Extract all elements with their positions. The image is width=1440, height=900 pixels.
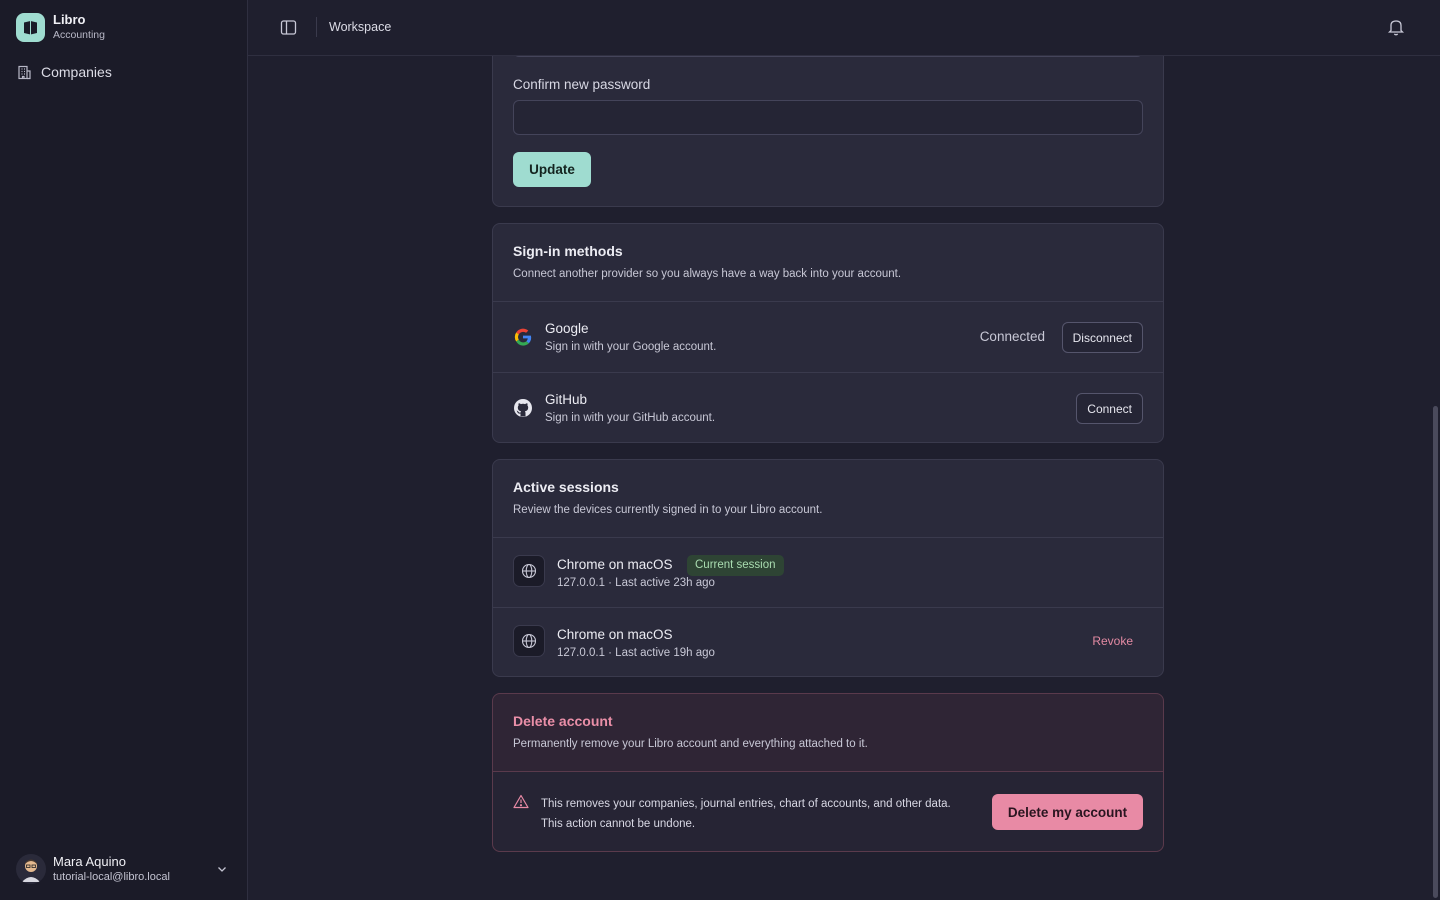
session-meta: 127.0.0.1 · Last active 19h ago: [557, 647, 715, 659]
session-row: Chrome on macOS 127.0.0.1 · Last active …: [493, 607, 1163, 677]
connect-github-button[interactable]: Connect: [1076, 393, 1143, 424]
card-description: Permanently remove your Libro account an…: [513, 738, 868, 750]
chevron-down-icon: [218, 867, 226, 872]
brand-name: Libro: [53, 12, 86, 27]
sidebar: Libro Accounting Companies Mara Aquino t…: [0, 0, 248, 900]
update-button[interactable]: Update: [513, 152, 591, 187]
provider-description: Sign in with your GitHub account.: [545, 412, 716, 424]
revoke-session-button[interactable]: Revoke: [1092, 634, 1133, 648]
warning-line: This action cannot be undone.: [541, 818, 696, 830]
delete-account-card: Delete account Permanently remove your L…: [492, 693, 1164, 852]
avatar: [16, 854, 46, 884]
provider-name: GitHub: [545, 392, 588, 407]
warning-line: This removes your companies, journal ent…: [541, 798, 951, 810]
building-icon: [18, 65, 31, 79]
globe-icon: [513, 625, 545, 657]
divider: [316, 17, 317, 37]
sidebar-item-label: Companies: [41, 64, 112, 80]
github-icon: [514, 399, 532, 417]
card-description: Review the devices currently signed in t…: [513, 504, 823, 516]
confirm-password-label: Confirm new password: [513, 77, 651, 92]
provider-description: Sign in with your Google account.: [545, 341, 717, 353]
list-item: Google Sign in with your Google account.…: [493, 301, 1163, 372]
user-name: Mara Aquino: [53, 854, 126, 869]
globe-icon: [513, 555, 545, 587]
user-email: tutorial-local@libro.local: [53, 871, 170, 883]
list-item: GitHub Sign in with your GitHub account.…: [493, 372, 1163, 443]
delete-warning: This removes your companies, journal ent…: [541, 794, 951, 834]
bell-icon[interactable]: [1388, 18, 1404, 36]
brand-subtitle: Accounting: [53, 29, 105, 41]
new-password-field[interactable]: [513, 56, 1143, 57]
topbar: Workspace: [248, 0, 1440, 56]
session-name: Chrome on macOS: [557, 557, 673, 572]
session-row: Chrome on macOS Current session 127.0.0.…: [493, 537, 1163, 607]
active-sessions-card: Active sessions Review the devices curre…: [492, 459, 1164, 677]
breadcrumb[interactable]: Workspace: [329, 20, 391, 34]
current-session-badge: Current session: [687, 555, 784, 576]
session-name: Chrome on macOS: [557, 627, 673, 642]
scrollbar[interactable]: [1433, 406, 1438, 898]
password-card: Confirm new password Update: [492, 56, 1164, 207]
card-title: Sign-in methods: [513, 243, 623, 259]
session-meta: 127.0.0.1 · Last active 23h ago: [557, 577, 715, 589]
warning-icon: [513, 794, 529, 809]
google-icon: [514, 328, 532, 346]
main-content: Confirm new password Update Sign-in meth…: [248, 56, 1440, 900]
signin-methods-card: Sign-in methods Connect another provider…: [492, 223, 1164, 443]
card-title: Delete account: [513, 713, 613, 729]
disconnect-google-button[interactable]: Disconnect: [1061, 322, 1143, 353]
brand[interactable]: Libro Accounting: [16, 12, 105, 42]
sidebar-toggle-icon[interactable]: [280, 19, 297, 36]
card-description: Connect another provider so you always h…: [513, 268, 902, 280]
connection-status: Connected: [979, 329, 1045, 344]
delete-warning-row: This removes your companies, journal ent…: [493, 771, 1163, 851]
user-menu[interactable]: Mara Aquino tutorial-local@libro.local: [16, 854, 232, 884]
provider-name: Google: [545, 321, 589, 336]
confirm-password-field[interactable]: [513, 100, 1143, 135]
sidebar-item-companies[interactable]: Companies: [17, 64, 112, 80]
card-title: Active sessions: [513, 479, 619, 495]
delete-account-button[interactable]: Delete my account: [992, 794, 1143, 830]
book-logo-icon: [16, 12, 45, 42]
